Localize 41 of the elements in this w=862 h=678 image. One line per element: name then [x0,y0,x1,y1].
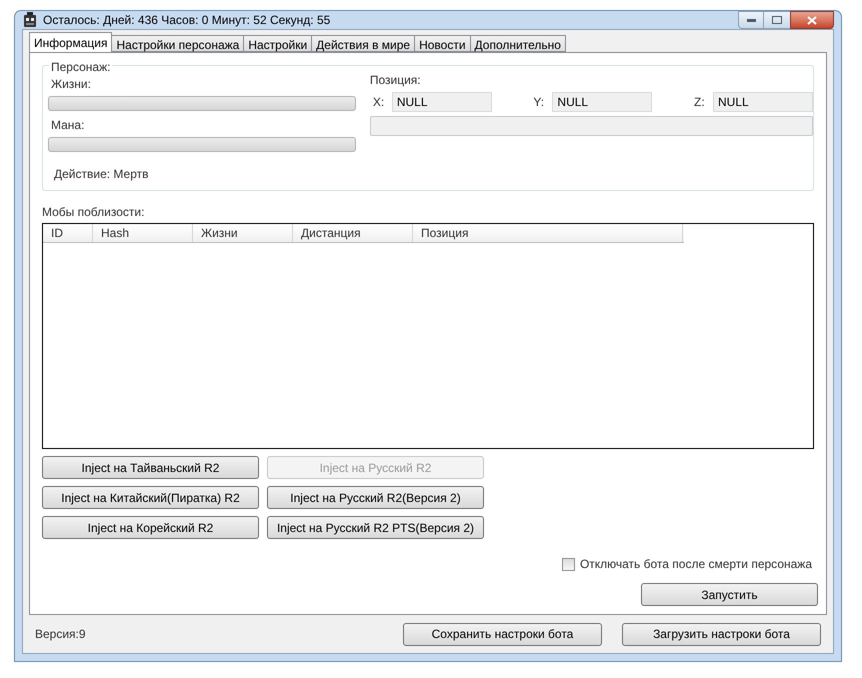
coord-field: NULL [392,92,492,112]
coord-label: X: [372,94,386,111]
maximize-button[interactable] [764,11,790,29]
window-title: Осталось: Дней: 436 Часов: 0 Минут: 52 Секунд: 55 [43,12,330,29]
version-label: Версия:9 [35,626,86,643]
tab[interactable]: Настройки [243,35,312,52]
inject-button[interactable]: Inject на Китайский(Пиратка) R2 [42,486,259,509]
load-button[interactable]: Загрузить настроки бота [622,622,821,646]
tab[interactable]: Новости [414,35,471,52]
maximize-icon [772,16,782,24]
coord-label: Z: [693,94,706,111]
robot-icon [23,12,37,28]
column-header[interactable]: Жизни [193,224,293,242]
coord-field: NULL [713,92,813,112]
column-header[interactable]: Hash [93,224,193,242]
tab[interactable]: Действия в мире [311,35,416,52]
minimize-button[interactable] [738,11,764,29]
column-header[interactable]: ID [43,224,93,242]
column-header[interactable]: Позиция [413,224,683,242]
close-button[interactable] [790,11,834,29]
tab[interactable]: Настройки персонажа [111,35,244,52]
minimize-icon [746,18,756,22]
inject-button[interactable]: Inject на Русский R2(Версия 2) [267,486,484,509]
coord-field: NULL [552,92,652,112]
checkbox-label: Отключать бота после смерти персонажа [580,556,812,573]
save-button[interactable]: Сохранить настроки бота [403,622,602,646]
inject-button[interactable]: Inject на Русский R2 PTS(Версия 2) [267,516,484,539]
start-button[interactable]: Запустить [641,583,818,606]
section-label: Мобы поблизости: [42,204,146,221]
position-label: Позиция: [370,72,422,89]
close-icon [807,16,817,24]
column-header[interactable]: Дистанция [293,224,413,242]
bar-label: Жизни: [50,76,92,93]
checkbox[interactable] [562,558,575,570]
action-status: Действие: Мертв [53,166,150,183]
bar-label: Мана: [50,117,86,134]
inject-button[interactable]: Inject на Тайваньский R2 [42,456,259,479]
coord-label: Y: [532,94,546,111]
inject-button[interactable]: Inject на Корейский R2 [42,516,259,539]
tab[interactable]: Информация [29,32,112,52]
tab[interactable]: Дополнительно [470,35,566,52]
